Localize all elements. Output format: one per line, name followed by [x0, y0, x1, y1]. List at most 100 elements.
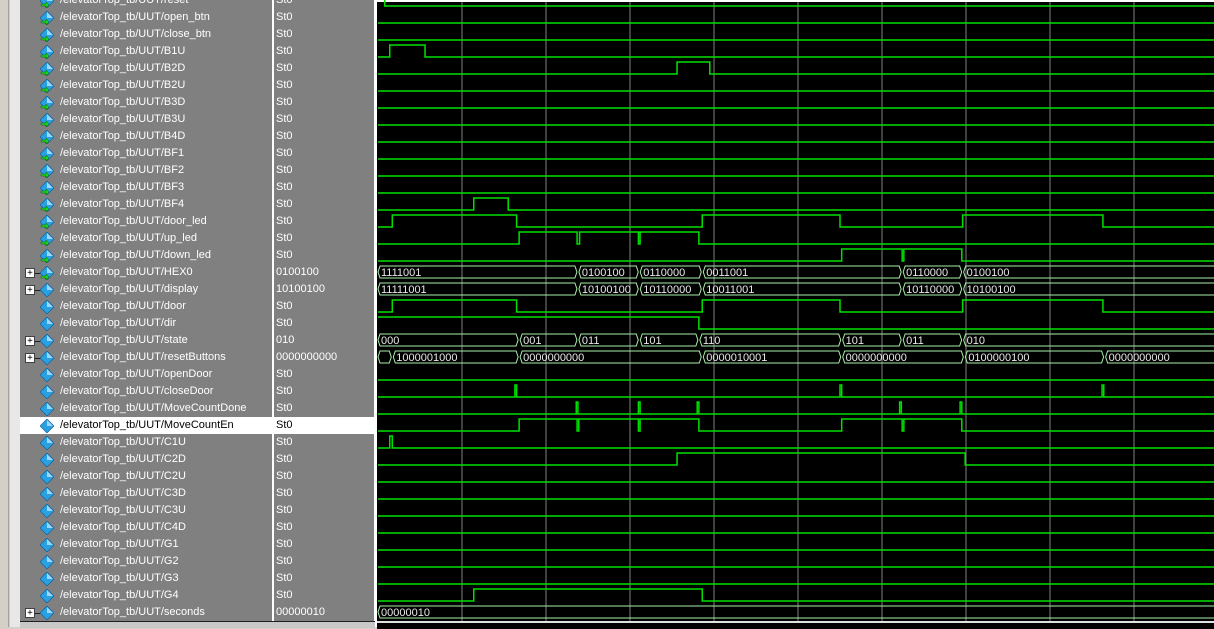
waveform-canvas[interactable]: 1111001 0100100 0110000 0011001 0110000 01001…: [377, 0, 1214, 621]
value-row[interactable]: St0: [274, 196, 374, 213]
signal-row[interactable]: /elevatorTop_tb/UUT/door: [20, 298, 272, 315]
signal-row[interactable]: /elevatorTop_tb/UUT/C2D: [20, 451, 272, 468]
signal-row[interactable]: /elevatorTop_tb/UUT/close_btn: [20, 26, 272, 43]
signal-row[interactable]: + /elevatorTop_tb/UUT/resetButtons: [20, 349, 272, 366]
signal-row[interactable]: /elevatorTop_tb/UUT/C4D: [20, 519, 272, 536]
value-row[interactable]: 0100100: [274, 264, 374, 281]
value-row[interactable]: St0: [274, 60, 374, 77]
value-row[interactable]: St0: [274, 26, 374, 43]
expand-icon[interactable]: +: [25, 336, 35, 346]
signal-row[interactable]: /elevatorTop_tb/UUT/C3U: [20, 502, 272, 519]
value-row[interactable]: St0: [274, 77, 374, 94]
signal-row[interactable]: + /elevatorTop_tb/UUT/HEX0: [20, 264, 272, 281]
signal-row[interactable]: /elevatorTop_tb/UUT/MoveCountEn: [20, 417, 272, 434]
signal-row[interactable]: /elevatorTop_tb/UUT/open_btn: [20, 9, 272, 26]
value-row[interactable]: St0: [274, 43, 374, 60]
signal-row[interactable]: /elevatorTop_tb/UUT/BF2: [20, 162, 272, 179]
signal-value: 0000000000: [276, 351, 338, 363]
signal-row[interactable]: /elevatorTop_tb/UUT/BF3: [20, 179, 272, 196]
bus-value-label: 0011001: [706, 267, 748, 279]
signal-row[interactable]: /elevatorTop_tb/UUT/down_led: [20, 247, 272, 264]
signal-row[interactable]: /elevatorTop_tb/UUT/C2U: [20, 468, 272, 485]
signal-value: St0: [276, 164, 293, 176]
value-row[interactable]: St0: [274, 468, 374, 485]
signal-row[interactable]: + /elevatorTop_tb/UUT/seconds: [20, 604, 272, 621]
value-row[interactable]: St0: [274, 128, 374, 145]
signal-icon: [39, 333, 55, 349]
value-row[interactable]: St0: [274, 315, 374, 332]
input-signal-icon: [39, 129, 55, 145]
value-row[interactable]: St0: [274, 417, 374, 434]
signal-value: St0: [276, 555, 293, 567]
value-row[interactable]: St0: [274, 213, 374, 230]
signal-name: /elevatorTop_tb/UUT/B1U: [60, 45, 186, 57]
signal-row[interactable]: /elevatorTop_tb/UUT/B2D: [20, 60, 272, 77]
signal-name: /elevatorTop_tb/UUT/C1U: [60, 436, 186, 448]
signal-row[interactable]: /elevatorTop_tb/UUT/up_led: [20, 230, 272, 247]
value-row[interactable]: 0000000000: [274, 349, 374, 366]
value-row[interactable]: St0: [274, 145, 374, 162]
value-row[interactable]: St0: [274, 383, 374, 400]
waveform-trace: [378, 452, 1214, 466]
value-row[interactable]: St0: [274, 9, 374, 26]
signal-name: /elevatorTop_tb/UUT/reset: [60, 0, 189, 6]
value-row[interactable]: St0: [274, 111, 374, 128]
value-row[interactable]: 010: [274, 332, 374, 349]
signal-row[interactable]: /elevatorTop_tb/UUT/G1: [20, 536, 272, 553]
waveform-trace: [378, 299, 1214, 313]
signal-icon: [39, 486, 55, 502]
signal-name: /elevatorTop_tb/UUT/BF1: [60, 147, 185, 159]
bus-value-label: 010: [967, 335, 985, 347]
signal-row[interactable]: /elevatorTop_tb/UUT/G2: [20, 553, 272, 570]
signal-row[interactable]: /elevatorTop_tb/UUT/closeDoor: [20, 383, 272, 400]
value-row[interactable]: St0: [274, 502, 374, 519]
signal-row[interactable]: /elevatorTop_tb/UUT/MoveCountDone: [20, 400, 272, 417]
value-row[interactable]: St0: [274, 434, 374, 451]
signal-row[interactable]: /elevatorTop_tb/UUT/reset: [20, 0, 272, 9]
value-row[interactable]: St0: [274, 298, 374, 315]
signal-row[interactable]: /elevatorTop_tb/UUT/openDoor: [20, 366, 272, 383]
value-row[interactable]: St0: [274, 451, 374, 468]
value-row[interactable]: 00000010: [274, 604, 374, 621]
signal-row[interactable]: + /elevatorTop_tb/UUT/state: [20, 332, 272, 349]
value-row[interactable]: St0: [274, 587, 374, 604]
signal-row[interactable]: /elevatorTop_tb/UUT/B2U: [20, 77, 272, 94]
value-row[interactable]: St0: [274, 94, 374, 111]
signal-name: /elevatorTop_tb/UUT/G1: [60, 538, 179, 550]
signal-value: St0: [276, 147, 293, 159]
value-row[interactable]: St0: [274, 519, 374, 536]
signal-row[interactable]: /elevatorTop_tb/UUT/B3D: [20, 94, 272, 111]
value-row[interactable]: St0: [274, 0, 374, 9]
signal-row[interactable]: /elevatorTop_tb/UUT/BF1: [20, 145, 272, 162]
expand-icon[interactable]: +: [25, 268, 35, 278]
signal-row[interactable]: /elevatorTop_tb/UUT/dir: [20, 315, 272, 332]
signal-name: /elevatorTop_tb/UUT/B3D: [60, 96, 186, 108]
signal-row[interactable]: + /elevatorTop_tb/UUT/display: [20, 281, 272, 298]
value-row[interactable]: St0: [274, 162, 374, 179]
signal-row[interactable]: /elevatorTop_tb/UUT/door_led: [20, 213, 272, 230]
signal-row[interactable]: /elevatorTop_tb/UUT/B1U: [20, 43, 272, 60]
value-row[interactable]: St0: [274, 179, 374, 196]
signal-row[interactable]: /elevatorTop_tb/UUT/B3U: [20, 111, 272, 128]
value-row[interactable]: St0: [274, 247, 374, 264]
value-row[interactable]: St0: [274, 485, 374, 502]
expand-icon[interactable]: +: [25, 608, 35, 618]
value-row[interactable]: St0: [274, 366, 374, 383]
signal-row[interactable]: /elevatorTop_tb/UUT/G3: [20, 570, 272, 587]
value-row[interactable]: St0: [274, 536, 374, 553]
signal-row[interactable]: /elevatorTop_tb/UUT/G4: [20, 587, 272, 604]
signal-row[interactable]: /elevatorTop_tb/UUT/C3D: [20, 485, 272, 502]
value-row[interactable]: 10100100: [274, 281, 374, 298]
value-row[interactable]: St0: [274, 553, 374, 570]
signal-row[interactable]: /elevatorTop_tb/UUT/BF4: [20, 196, 272, 213]
signal-row[interactable]: /elevatorTop_tb/UUT/B4D: [20, 128, 272, 145]
value-row[interactable]: St0: [274, 230, 374, 247]
signal-row[interactable]: /elevatorTop_tb/UUT/C1U: [20, 434, 272, 451]
expand-icon[interactable]: +: [25, 353, 35, 363]
value-row[interactable]: St0: [274, 570, 374, 587]
bus-value-label: 001: [523, 335, 541, 347]
value-row[interactable]: St0: [274, 400, 374, 417]
signal-name: /elevatorTop_tb/UUT/BF2: [60, 164, 185, 176]
expand-icon[interactable]: +: [25, 285, 35, 295]
waveform-pane[interactable]: 1111001 0100100 0110000 0011001 0110000 01001…: [377, 0, 1214, 621]
